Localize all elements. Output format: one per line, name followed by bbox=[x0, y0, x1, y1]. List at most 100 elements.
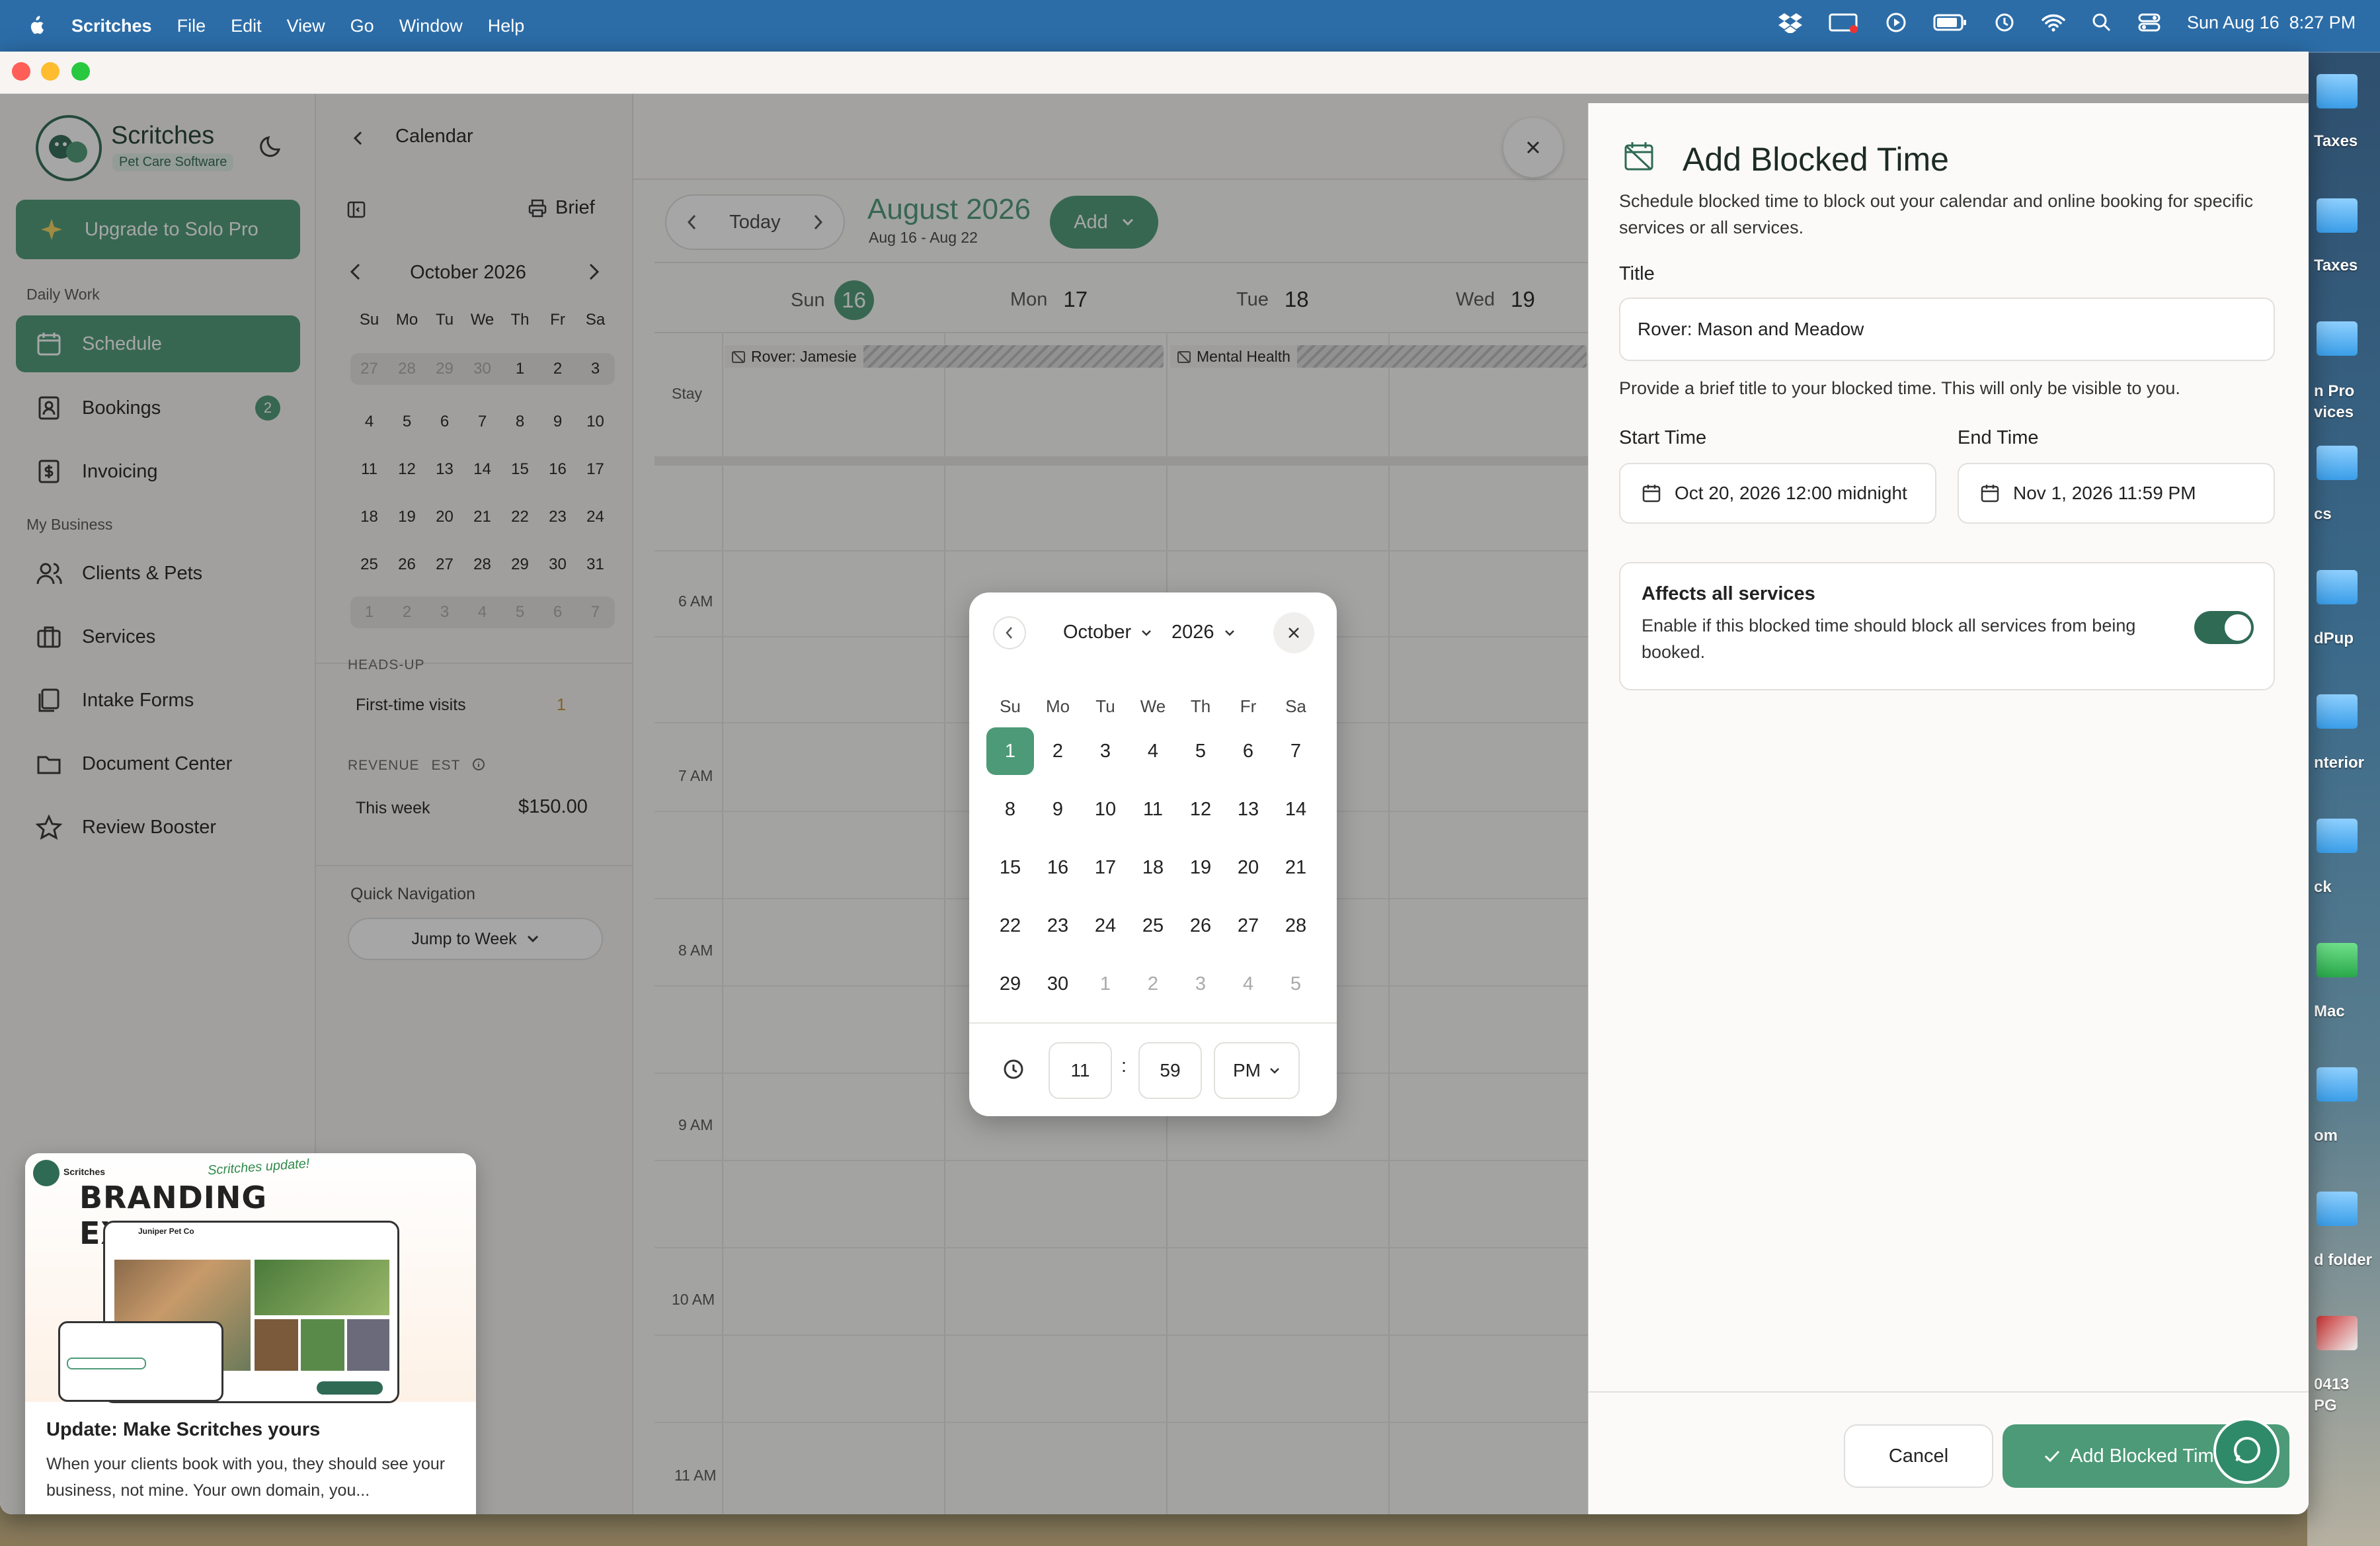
brief-button[interactable]: Brief bbox=[528, 197, 595, 219]
picker-day[interactable]: 11 bbox=[1129, 786, 1177, 833]
mini-cal-week[interactable]: 27 28 29 30 1 2 3 bbox=[350, 353, 615, 385]
picker-day-selected[interactable]: 1 bbox=[986, 727, 1034, 775]
mini-cal-day[interactable]: 20 bbox=[426, 508, 463, 526]
picker-day[interactable]: 22 bbox=[986, 902, 1034, 950]
mini-cal-day[interactable]: 19 bbox=[388, 508, 426, 526]
picker-day[interactable]: 12 bbox=[1177, 786, 1224, 833]
sidebar-item-bookings[interactable]: Bookings 2 bbox=[16, 380, 300, 436]
blocked-event-rover-jamesie[interactable]: Rover: Jamesie bbox=[725, 345, 1164, 368]
menu-go[interactable]: Go bbox=[350, 16, 374, 36]
mini-cal-day[interactable]: 31 bbox=[576, 555, 614, 574]
mini-cal-prev-button[interactable] bbox=[348, 262, 364, 282]
mini-cal-day[interactable]: 23 bbox=[539, 508, 576, 526]
mini-cal-day[interactable]: 26 bbox=[388, 555, 426, 574]
mini-cal-day[interactable]: 3 bbox=[426, 603, 463, 622]
picker-day[interactable]: 13 bbox=[1224, 786, 1272, 833]
mini-cal-day[interactable]: 2 bbox=[539, 360, 576, 378]
mini-cal-day[interactable]: 4 bbox=[350, 413, 388, 431]
mini-cal-week[interactable]: 4 5 6 7 8 9 10 bbox=[350, 406, 615, 438]
picker-day[interactable]: 15 bbox=[986, 844, 1034, 891]
picker-close-button[interactable] bbox=[1273, 612, 1314, 653]
mini-cal-day[interactable]: 16 bbox=[539, 460, 576, 479]
folder-icon[interactable] bbox=[2317, 1192, 2358, 1226]
picker-day[interactable]: 27 bbox=[1224, 902, 1272, 950]
mini-cal-day[interactable]: 7 bbox=[576, 603, 614, 622]
menu-view[interactable]: View bbox=[287, 16, 325, 36]
picker-day[interactable]: 26 bbox=[1177, 902, 1224, 950]
picker-day[interactable]: 14 bbox=[1272, 786, 1320, 833]
menu-app-name[interactable]: Scritches bbox=[71, 16, 152, 36]
mini-cal-day[interactable]: 6 bbox=[539, 603, 576, 622]
mini-cal-day[interactable]: 1 bbox=[350, 603, 388, 622]
folder-icon[interactable] bbox=[2317, 198, 2358, 233]
folder-icon[interactable] bbox=[2317, 321, 2358, 356]
minute-input[interactable]: 59 bbox=[1138, 1042, 1202, 1099]
affects-all-services-toggle[interactable] bbox=[2194, 611, 2254, 644]
mini-cal-day[interactable]: 13 bbox=[426, 460, 463, 479]
menu-edit[interactable]: Edit bbox=[231, 16, 262, 36]
dropbox-icon[interactable] bbox=[1778, 12, 1802, 33]
add-button[interactable]: Add bbox=[1050, 196, 1158, 249]
mini-cal-day[interactable]: 3 bbox=[576, 360, 614, 378]
apple-icon[interactable] bbox=[26, 15, 45, 36]
mini-cal-day[interactable]: 2 bbox=[388, 603, 426, 622]
folder-icon[interactable] bbox=[2317, 570, 2358, 604]
mini-cal-day[interactable]: 8 bbox=[501, 413, 539, 431]
mini-cal-day[interactable]: 6 bbox=[426, 413, 463, 431]
close-window-button[interactable] bbox=[12, 62, 30, 81]
picker-day[interactable]: 18 bbox=[1129, 844, 1177, 891]
mini-cal-day[interactable]: 17 bbox=[576, 460, 614, 479]
sidebar-item-clients-pets[interactable]: Clients & Pets bbox=[16, 545, 300, 602]
mini-cal-day[interactable]: 28 bbox=[463, 555, 501, 574]
mini-cal-day[interactable]: 5 bbox=[501, 603, 539, 622]
mini-cal-day[interactable]: 1 bbox=[501, 360, 539, 378]
picker-day[interactable]: 4 bbox=[1129, 727, 1177, 775]
mini-cal-day[interactable]: 27 bbox=[350, 360, 388, 378]
mini-cal-day[interactable]: 7 bbox=[463, 413, 501, 431]
folder-icon[interactable] bbox=[2317, 694, 2358, 729]
hour-input[interactable]: 11 bbox=[1049, 1042, 1112, 1099]
mini-cal-day[interactable]: 18 bbox=[350, 508, 388, 526]
control-center-icon[interactable] bbox=[2138, 13, 2161, 32]
cancel-button[interactable]: Cancel bbox=[1844, 1424, 1993, 1488]
menu-help[interactable]: Help bbox=[488, 16, 525, 36]
picker-day[interactable]: 21 bbox=[1272, 844, 1320, 891]
spotlight-search-icon[interactable] bbox=[2092, 13, 2112, 32]
mini-cal-day[interactable]: 25 bbox=[350, 555, 388, 574]
picker-day[interactable]: 7 bbox=[1272, 727, 1320, 775]
picker-day[interactable]: 8 bbox=[986, 786, 1034, 833]
screen-record-icon[interactable] bbox=[1829, 12, 1859, 33]
picker-day[interactable]: 10 bbox=[1082, 786, 1129, 833]
ampm-select[interactable]: PM bbox=[1214, 1042, 1300, 1099]
day-header-mon[interactable]: Mon 17 bbox=[1010, 287, 1088, 312]
picker-day[interactable]: 16 bbox=[1034, 844, 1082, 891]
picker-day[interactable]: 28 bbox=[1272, 902, 1320, 950]
picker-day[interactable]: 30 bbox=[1034, 960, 1082, 1008]
mini-cal-week[interactable]: 1234567 bbox=[350, 596, 615, 628]
folder-icon[interactable] bbox=[2317, 74, 2358, 108]
day-header-tue[interactable]: Tue 18 bbox=[1236, 287, 1309, 312]
picker-day[interactable]: 20 bbox=[1224, 844, 1272, 891]
picker-day-outside[interactable]: 5 bbox=[1272, 960, 1320, 1008]
picker-month-select[interactable]: October bbox=[1063, 622, 1152, 643]
wifi-icon[interactable] bbox=[2042, 13, 2065, 32]
picker-day[interactable]: 5 bbox=[1177, 727, 1224, 775]
picker-day-outside[interactable]: 2 bbox=[1129, 960, 1177, 1008]
next-week-button[interactable] bbox=[812, 213, 824, 231]
today-button[interactable]: Today bbox=[729, 212, 780, 233]
day-header-wed[interactable]: Wed 19 bbox=[1456, 287, 1535, 312]
picker-prev-month-button[interactable] bbox=[993, 616, 1026, 649]
app-icon[interactable] bbox=[2317, 943, 2358, 977]
sidebar-item-intake-forms[interactable]: Intake Forms bbox=[16, 672, 300, 729]
image-file-icon[interactable] bbox=[2317, 1316, 2358, 1350]
mini-cal-day[interactable]: 4 bbox=[463, 603, 501, 622]
mini-cal-week[interactable]: 11 12 13 14 15 16 17 bbox=[350, 454, 615, 485]
menubar-clock[interactable]: Sun Aug 16 8:27 PM bbox=[2187, 13, 2356, 33]
picker-day[interactable]: 6 bbox=[1224, 727, 1272, 775]
mini-cal-week[interactable]: 18 19 20 21 22 23 24 bbox=[350, 501, 615, 533]
mini-cal-next-button[interactable] bbox=[586, 262, 602, 282]
mini-cal-week[interactable]: 25 26 27 28 29 30 31 bbox=[350, 549, 615, 581]
picker-day-outside[interactable]: 4 bbox=[1224, 960, 1272, 1008]
picker-year-select[interactable]: 2026 bbox=[1171, 622, 1236, 643]
sidebar-item-schedule[interactable]: Schedule bbox=[16, 315, 300, 372]
